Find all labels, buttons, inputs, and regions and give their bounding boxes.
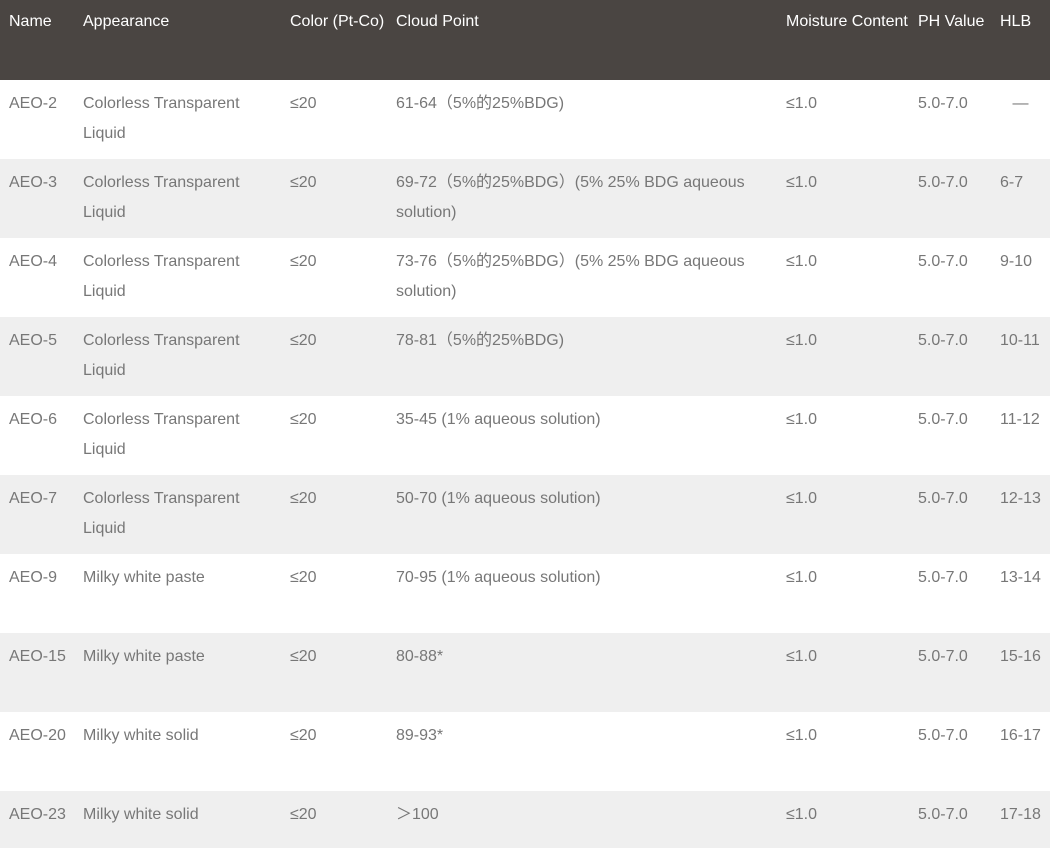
cell-appearance: Colorless Transparent Liquid [83,490,240,537]
header-cloud-point: Cloud Point [396,13,479,30]
table-row: AEO-23 Milky white solid ≤20 ＞100 ≤1.0 5.0-7.… [0,791,1050,848]
cell-ph-value: 5.0-7.0 [918,411,968,428]
cell-name: AEO-20 [9,727,66,744]
cell-cloud-point: 70-95 (1% aqueous solution) [396,569,601,586]
cell-cloud-point: 89-93* [396,727,444,744]
cell-appearance: Milky white solid [83,727,199,744]
table-body: AEO-2 Colorless Transparent Liquid ≤20 61-6… [0,80,1050,848]
table-row: AEO-15 Milky white paste ≤20 80-88* ≤1.0 5.0-… [0,633,1050,712]
cell-hlb: 16-17 [1000,727,1041,744]
cell-cloud-point: 73-76（5%的25%BDG）(5% 25% BDG aqueous solu… [396,253,745,300]
cell-appearance: Colorless Transparent Liquid [83,174,240,221]
cell-color: ≤20 [290,806,317,823]
cell-cloud-point: 80-88* [396,648,444,665]
table-row: AEO-7 Colorless Transparent Liquid ≤20 50-7… [0,475,1050,554]
cell-ph-value: 5.0-7.0 [918,727,968,744]
cell-ph-value: 5.0-7.0 [918,332,968,349]
cell-moisture-content: ≤1.0 [786,648,818,665]
cell-ph-value: 5.0-7.0 [918,174,968,191]
cell-color: ≤20 [290,648,317,665]
header-color: Color (Pt-Co) [290,13,385,30]
cell-color: ≤20 [290,490,317,507]
cell-moisture-content: ≤1.0 [786,490,818,507]
cell-cloud-point: 35-45 (1% aqueous solution) [396,411,601,428]
cell-appearance: Colorless Transparent Liquid [83,411,240,458]
cell-ph-value: 5.0-7.0 [918,648,968,665]
cell-color: ≤20 [290,95,317,112]
cell-color: ≤20 [290,569,317,586]
table-row: AEO-3 Colorless Transparent Liquid ≤20 69-7… [0,159,1050,238]
header-row: Name Appearance Color (Pt-Co) Cloud Poin… [0,0,1050,80]
cell-appearance: Colorless Transparent Liquid [83,253,240,300]
header-name: Name [9,13,52,30]
cell-hlb: 17-18 [1000,806,1041,823]
cell-moisture-content: ≤1.0 [786,95,818,112]
cell-color: ≤20 [290,253,317,270]
header-ph-value: PH Value [918,13,985,30]
cell-name: AEO-5 [9,332,58,349]
cell-hlb: — [1012,95,1029,112]
table-row: AEO-6 Colorless Transparent Liquid ≤20 35-4… [0,396,1050,475]
cell-name: AEO-7 [9,490,58,507]
cell-cloud-point: 61-64（5%的25%BDG) [396,95,565,112]
cell-hlb: 6-7 [1000,174,1024,191]
cell-appearance: Milky white solid [83,806,199,823]
table-header: Name Appearance Color (Pt-Co) Cloud Poin… [0,0,1050,80]
cell-name: AEO-2 [9,95,58,112]
cell-color: ≤20 [290,174,317,191]
cell-name: AEO-9 [9,569,58,586]
cell-moisture-content: ≤1.0 [786,727,818,744]
cell-ph-value: 5.0-7.0 [918,490,968,507]
cell-cloud-point: 78-81（5%的25%BDG) [396,332,565,349]
cell-color: ≤20 [290,727,317,744]
header-hlb: HLB [1000,13,1032,30]
cell-name: AEO-15 [9,648,66,665]
cell-hlb: 12-13 [1000,490,1041,507]
table-row: AEO-2 Colorless Transparent Liquid ≤20 61-6… [0,80,1050,159]
cell-moisture-content: ≤1.0 [786,174,818,191]
table-row: AEO-5 Colorless Transparent Liquid ≤20 78-8… [0,317,1050,396]
cell-name: AEO-23 [9,806,66,823]
cell-hlb: 15-16 [1000,648,1041,665]
cell-hlb: 13-14 [1000,569,1041,586]
cell-hlb: 9-10 [1000,253,1033,270]
cell-moisture-content: ≤1.0 [786,411,818,428]
cell-name: AEO-6 [9,411,58,428]
cell-color: ≤20 [290,411,317,428]
cell-cloud-point: 69-72（5%的25%BDG）(5% 25% BDG aqueous solu… [396,174,745,221]
cell-ph-value: 5.0-7.0 [918,806,968,823]
cell-ph-value: 5.0-7.0 [918,253,968,270]
cell-moisture-content: ≤1.0 [786,253,818,270]
table-row: AEO-4 Colorless Transparent Liquid ≤20 73-7… [0,238,1050,317]
cell-moisture-content: ≤1.0 [786,332,818,349]
cell-moisture-content: ≤1.0 [786,569,818,586]
cell-name: AEO-4 [9,253,58,270]
product-spec-table: Name Appearance Color (Pt-Co) Cloud Poin… [0,0,1050,848]
table-row: AEO-20 Milky white solid ≤20 89-93* ≤1.0 5.0-… [0,712,1050,791]
header-appearance: Appearance [83,13,170,30]
cell-ph-value: 5.0-7.0 [918,95,968,112]
cell-hlb: 11-12 [1000,411,1040,428]
cell-moisture-content: ≤1.0 [786,806,818,823]
cell-appearance: Colorless Transparent Liquid [83,95,240,142]
cell-cloud-point: 50-70 (1% aqueous solution) [396,490,601,507]
cell-appearance: Milky white paste [83,569,205,586]
cell-ph-value: 5.0-7.0 [918,569,968,586]
header-moisture-content: Moisture Content [786,13,908,30]
cell-appearance: Colorless Transparent Liquid [83,332,240,379]
cell-color: ≤20 [290,332,317,349]
cell-appearance: Milky white paste [83,648,205,665]
cell-hlb: 10-11 [1000,332,1040,349]
cell-name: AEO-3 [9,174,58,191]
cell-cloud-point: ＞100 [396,806,439,823]
table-row: AEO-9 Milky white paste ≤20 70-95 (1% aqueo… [0,554,1050,633]
